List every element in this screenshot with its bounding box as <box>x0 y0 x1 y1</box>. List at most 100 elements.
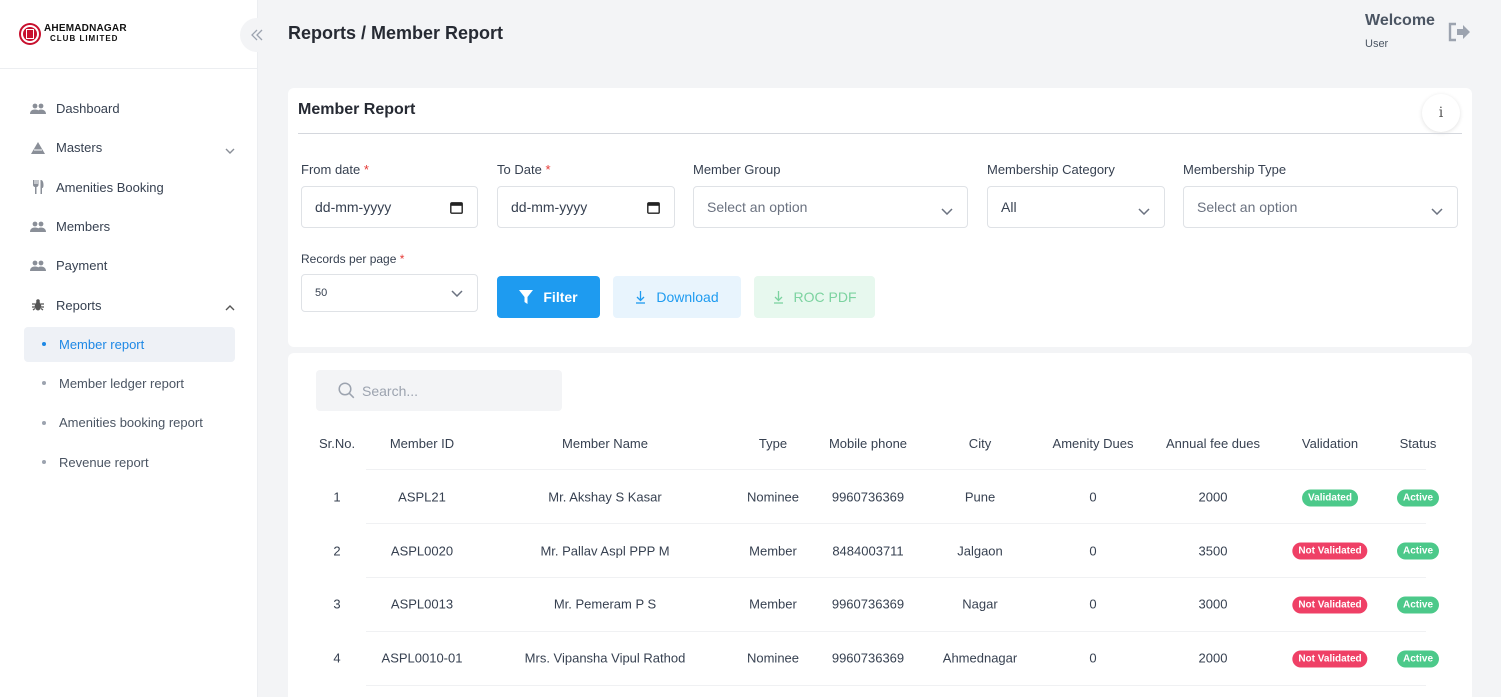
sidebar-item-dashboard[interactable]: Dashboard <box>0 89 257 128</box>
sidebar-item-masters[interactable]: Masters <box>0 128 257 167</box>
chevron-down-icon <box>451 288 463 300</box>
bullet-icon <box>42 420 46 425</box>
calendar-icon[interactable] <box>647 201 660 217</box>
column-header-mobile-phone[interactable]: Mobile phone <box>829 436 907 451</box>
membership-type-label: Membership Type <box>1183 162 1287 177</box>
member-table-card: Search... Sr.No. Member ID Member Name T… <box>288 353 1472 697</box>
cell-amenity-dues: 0 <box>1089 489 1097 505</box>
user-name: User <box>1365 38 1389 50</box>
records-per-page-label: Records per page * <box>301 252 405 266</box>
users-icon <box>29 259 47 273</box>
cell-amenity-dues: 0 <box>1089 596 1097 612</box>
sidebar-subitem-amenities-booking-report[interactable]: Amenities booking report <box>0 403 257 442</box>
status-badge: Active <box>1396 596 1440 614</box>
sidebar-subitem-label: Amenities booking report <box>59 415 203 431</box>
fork-knife-icon <box>29 180 47 195</box>
cell-member-name: Mr. Akshay S Kasar <box>548 489 662 505</box>
column-header-type[interactable]: Type <box>759 436 787 451</box>
cell-sr-no: 2 <box>333 543 341 559</box>
logout-button[interactable] <box>1447 22 1471 47</box>
cell-mobile-phone: 9960736369 <box>831 596 905 612</box>
cell-annual-fee-dues: 3000 <box>1198 596 1228 612</box>
column-header-city[interactable]: City <box>969 436 991 451</box>
download-button[interactable]: Download <box>613 276 741 318</box>
validation-badge: Not Validated <box>1292 542 1368 560</box>
row-divider <box>366 577 1426 578</box>
chevron-down-icon[interactable] <box>225 142 235 157</box>
status-badge: Active <box>1396 542 1440 560</box>
cell-type: Member <box>749 596 797 612</box>
to-date-label: To Date * <box>497 162 551 177</box>
sidebar-item-payment[interactable]: Payment <box>0 246 257 285</box>
column-header-member-name[interactable]: Member Name <box>562 436 648 451</box>
cell-member-name: Mrs. Vipansha Vipul Rathod <box>524 650 686 666</box>
chevron-down-icon <box>941 202 953 218</box>
records-per-page-select[interactable]: 50 <box>301 274 478 312</box>
cell-type: Member <box>749 543 797 559</box>
cell-annual-fee-dues: 3500 <box>1198 543 1228 559</box>
from-date-input[interactable]: dd-mm-yyyy <box>301 186 478 228</box>
column-header-status[interactable]: Status <box>1400 436 1437 451</box>
search-input[interactable]: Search... <box>316 370 562 411</box>
sidebar-subitem-member-ledger-report[interactable]: Member ledger report <box>0 364 257 403</box>
cell-amenity-dues: 0 <box>1089 543 1097 559</box>
cell-mobile-phone: 9960736369 <box>831 650 905 666</box>
cell-mobile-phone: 8484003711 <box>832 543 904 559</box>
column-header-validation[interactable]: Validation <box>1302 436 1358 451</box>
sidebar-subitem-label: Member report <box>59 336 145 352</box>
column-header-sr-no[interactable]: Sr.No. <box>319 436 355 451</box>
membership-category-select[interactable]: All <box>987 186 1165 228</box>
sidebar-nav: Dashboard Masters Amenities Booking Memb… <box>0 69 257 482</box>
cell-city: Jalgaon <box>957 543 1003 559</box>
column-header-member-id[interactable]: Member ID <box>390 436 454 451</box>
column-header-annual-fee-dues[interactable]: Annual fee dues <box>1166 436 1260 451</box>
filter-card: Member Report i From date * dd-mm-yyyy T… <box>288 88 1472 347</box>
sidebar-item-members[interactable]: Members <box>0 207 257 246</box>
sidebar-item-reports[interactable]: Reports <box>0 285 257 324</box>
chevron-down-icon <box>1138 202 1150 218</box>
brand-logo[interactable]: AHEMADNAGAR CLUB LIMITED <box>0 0 257 69</box>
users-icon <box>29 220 47 234</box>
member-group-select[interactable]: Select an option <box>693 186 968 228</box>
brand-name-line1: AHEMADNAGAR <box>44 23 127 34</box>
bullet-icon <box>42 342 46 347</box>
cell-member-id: ASPL0013 <box>390 596 454 612</box>
sidebar-item-label: Reports <box>56 297 102 313</box>
sidebar-subitem-member-report[interactable]: Member report <box>24 326 235 362</box>
bullet-icon <box>42 381 46 386</box>
cell-member-id: ASPL0020 <box>390 543 454 559</box>
status-badge: Active <box>1396 489 1440 507</box>
welcome-text: Welcome <box>1365 12 1435 29</box>
brand-name-line2: CLUB LIMITED <box>50 34 119 43</box>
sidebar-item-label: Payment <box>56 258 108 274</box>
pyramid-icon <box>29 141 47 155</box>
info-button[interactable]: i <box>1422 94 1460 132</box>
sidebar-item-label: Dashboard <box>56 101 120 117</box>
roc-pdf-button[interactable]: ROC PDF <box>754 276 875 318</box>
row-divider <box>366 685 1426 686</box>
required-mark: * <box>363 162 369 177</box>
bullet-icon <box>42 460 46 465</box>
status-badge: Active <box>1396 650 1440 668</box>
top-header: Reports / Member Report Welcome User <box>258 0 1501 69</box>
member-group-label: Member Group <box>693 162 781 177</box>
row-divider <box>366 523 1426 524</box>
sidebar-item-amenities-booking[interactable]: Amenities Booking <box>0 168 257 207</box>
funnel-icon <box>519 290 534 304</box>
to-date-input[interactable]: dd-mm-yyyy <box>497 186 675 228</box>
membership-category-label: Membership Category <box>987 162 1115 177</box>
column-header-amenity-dues[interactable]: Amenity Dues <box>1053 436 1134 451</box>
filter-button[interactable]: Filter <box>497 276 600 318</box>
search-icon <box>338 382 355 399</box>
cell-city: Nagar <box>962 596 998 612</box>
chevron-down-icon <box>1431 202 1443 218</box>
calendar-icon[interactable] <box>450 201 463 217</box>
membership-type-select[interactable]: Select an option <box>1183 186 1458 228</box>
cell-sr-no: 1 <box>333 489 341 505</box>
sidebar-item-label: Amenities Booking <box>56 179 164 195</box>
sidebar-subitem-revenue-report[interactable]: Revenue report <box>0 442 257 481</box>
chevron-up-icon[interactable] <box>225 299 235 314</box>
cell-member-id: ASPL0010-01 <box>381 650 463 666</box>
cell-amenity-dues: 0 <box>1089 650 1097 666</box>
download-icon <box>635 290 646 304</box>
